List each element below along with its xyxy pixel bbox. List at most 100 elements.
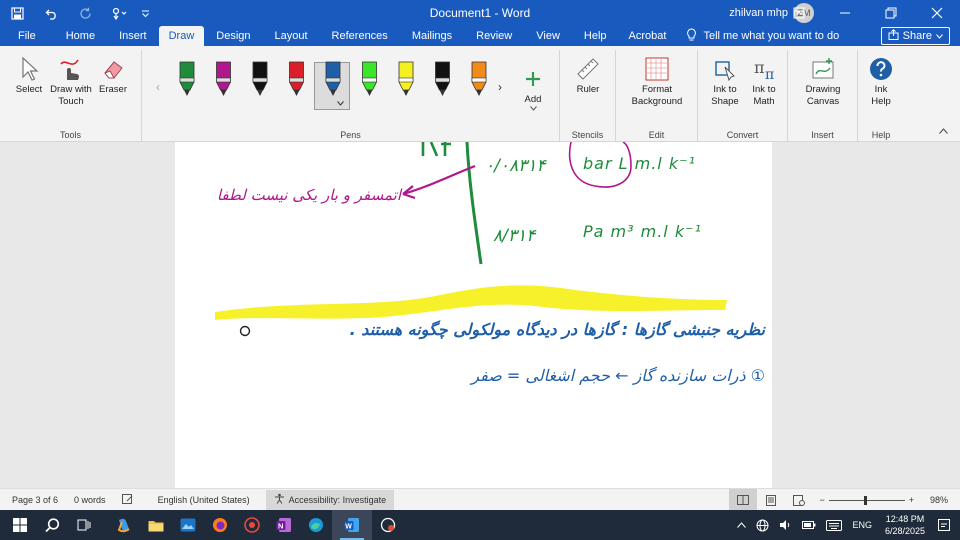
zoom-out-icon[interactable]: −	[819, 495, 824, 505]
chevron-down-icon	[936, 30, 943, 42]
touch-mode-icon[interactable]	[102, 0, 136, 26]
pen-5[interactable]	[325, 61, 341, 96]
tab-help[interactable]: Help	[572, 26, 619, 46]
zoom-level[interactable]: 98%	[920, 489, 960, 511]
tab-layout[interactable]: Layout	[263, 26, 320, 46]
show-hidden-icons-icon[interactable]	[732, 510, 751, 540]
task-view-icon[interactable]	[68, 510, 100, 540]
tab-review[interactable]: Review	[464, 26, 524, 46]
ruler-button[interactable]: Ruler	[570, 54, 606, 96]
format-background-label: Format Background	[631, 84, 683, 107]
pen-9[interactable]	[471, 61, 487, 96]
word-taskbar-icon[interactable]: W	[332, 510, 372, 540]
keyboard-icon[interactable]	[821, 510, 847, 540]
page-count[interactable]: Page 3 of 6	[0, 489, 66, 511]
select-button[interactable]: Select	[14, 54, 44, 96]
zoom-in-icon[interactable]: +	[909, 495, 914, 505]
clock-time: 12:48 PM	[885, 514, 925, 524]
pen-7[interactable]	[398, 61, 414, 96]
pen-6[interactable]	[362, 61, 377, 96]
tab-file[interactable]: File	[0, 26, 54, 46]
tab-design[interactable]: Design	[204, 26, 262, 46]
input-language[interactable]: ENG	[847, 510, 877, 540]
pen-8[interactable]	[435, 61, 450, 96]
volume-icon[interactable]	[774, 510, 797, 540]
chevron-down-icon	[529, 106, 537, 111]
battery-icon[interactable]	[797, 510, 821, 540]
purple-note: اتمسفر و بار یکی نیست لطفا	[216, 186, 401, 204]
accessibility-status[interactable]: Accessibility: Investigate	[265, 489, 395, 510]
close-icon[interactable]	[914, 0, 960, 26]
network-globe-icon[interactable]	[751, 510, 774, 540]
onenote-icon[interactable]: N	[268, 510, 300, 540]
print-layout-icon[interactable]	[757, 489, 785, 511]
svg-text:π: π	[765, 67, 774, 81]
word-count[interactable]: 0 words	[66, 489, 114, 511]
point-one: ① ذرات سازنده گاز ← حجم اشغالی = صفر	[471, 366, 765, 385]
ribbon-display-icon[interactable]	[776, 0, 822, 26]
tell-me-search[interactable]: Tell me what you want to do	[676, 26, 839, 46]
language-status[interactable]: English (United States)	[142, 489, 258, 511]
web-layout-icon[interactable]	[785, 489, 813, 511]
yellow-highlight-stroke	[215, 285, 727, 320]
status-bar: Page 3 of 6 0 words English (United Stat…	[0, 488, 960, 511]
customize-qat-icon[interactable]	[136, 0, 154, 26]
ink-help-button[interactable]: Ink Help	[866, 54, 896, 108]
green-unit-pa: Pa m³ m.l k⁻¹	[583, 222, 702, 241]
add-pen-button[interactable]: Add	[518, 64, 548, 111]
pens-scroll-left-icon[interactable]: ‹	[156, 80, 160, 94]
edge-icon[interactable]	[300, 510, 332, 540]
green-value-top: ۰/۰۸۳۱۴	[485, 156, 546, 176]
edit-group-label: Edit	[648, 130, 665, 140]
tab-draw[interactable]: Draw	[158, 26, 205, 46]
ink-to-math-button[interactable]: ππ Ink to Math	[746, 54, 782, 108]
stencils-group-label: Stencils	[571, 130, 604, 140]
redo-icon[interactable]	[68, 0, 102, 26]
document-canvas: ۰/۰۸۳۱۴ bar L m.l k⁻¹ ۸/۳۱۴ Pa m³ m.l k⁻…	[0, 142, 960, 488]
screen-capture-icon[interactable]	[372, 510, 404, 540]
minimize-icon[interactable]	[822, 0, 868, 26]
zoom-slider[interactable]: − +	[813, 495, 920, 505]
format-background-button[interactable]: Format Background	[624, 54, 690, 108]
photos-icon[interactable]	[172, 510, 204, 540]
pen-3[interactable]	[252, 61, 268, 96]
tab-references[interactable]: References	[320, 26, 400, 46]
search-icon[interactable]	[36, 510, 68, 540]
share-button[interactable]: Share	[880, 27, 950, 45]
tab-acrobat[interactable]: Acrobat	[619, 26, 677, 46]
file-explorer-icon[interactable]	[140, 510, 172, 540]
firefox-icon[interactable]	[204, 510, 236, 540]
notification-icon[interactable]	[933, 510, 960, 540]
restore-icon[interactable]	[868, 0, 914, 26]
pen-2[interactable]	[216, 61, 231, 96]
zoom-thumb[interactable]	[864, 495, 868, 505]
document-page[interactable]: ۰/۰۸۳۱۴ bar L m.l k⁻¹ ۸/۳۱۴ Pa m³ m.l k⁻…	[175, 142, 772, 488]
clock[interactable]: 12:48 PM 6/28/2025	[877, 513, 933, 537]
ink-help-label: Ink Help	[871, 84, 891, 107]
pen-4[interactable]	[289, 61, 304, 96]
tab-insert[interactable]: Insert	[107, 26, 159, 46]
media-player-icon[interactable]	[236, 510, 268, 540]
read-mode-icon[interactable]	[729, 489, 758, 511]
select-arrow-icon	[19, 54, 39, 84]
zoom-track[interactable]	[828, 495, 905, 505]
undo-icon[interactable]	[34, 0, 68, 26]
draw-with-touch-button[interactable]: Draw with Touch	[48, 54, 94, 108]
drawing-canvas-button[interactable]: Drawing Canvas	[794, 54, 852, 108]
pens-scroll-right-icon[interactable]: ›	[498, 80, 502, 94]
tab-view[interactable]: View	[524, 26, 572, 46]
green-divider-stroke	[465, 142, 483, 265]
ink-to-shape-button[interactable]: Ink to Shape	[706, 54, 744, 108]
windows-start-icon[interactable]	[4, 510, 36, 540]
eraser-icon	[101, 54, 125, 84]
eraser-button[interactable]: Eraser	[98, 54, 128, 96]
tab-home[interactable]: Home	[54, 26, 107, 46]
copilot-icon[interactable]	[108, 510, 140, 540]
pens-gallery	[179, 61, 487, 96]
pen-1[interactable]	[179, 61, 195, 96]
tab-mailings[interactable]: Mailings	[400, 26, 464, 46]
save-icon[interactable]	[0, 0, 34, 26]
collapse-ribbon-icon[interactable]	[939, 125, 948, 137]
proofing-icon[interactable]	[114, 489, 142, 511]
add-pen-label: Add	[524, 94, 542, 105]
